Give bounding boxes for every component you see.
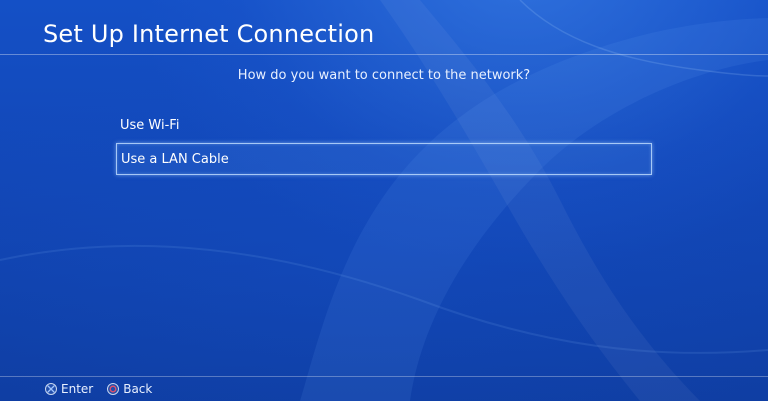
use-lan-cable-label: Use a LAN Cable (121, 152, 229, 167)
enter-hint[interactable]: Enter (45, 382, 93, 396)
use-wifi-label: Use Wi-Fi (120, 118, 180, 133)
footer-divider (0, 376, 768, 377)
cross-button-icon (45, 383, 57, 395)
circle-button-icon (107, 383, 120, 395)
use-lan-cable-option[interactable]: Use a LAN Cable (116, 143, 652, 175)
connection-prompt: How do you want to connect to the networ… (237, 68, 531, 83)
back-hint[interactable]: Back (107, 382, 152, 396)
back-label: Back (123, 382, 153, 396)
header-divider (0, 54, 768, 55)
button-hints: Enter Back (45, 381, 166, 397)
enter-label: Enter (61, 382, 94, 396)
use-wifi-option[interactable]: Use Wi-Fi (116, 110, 652, 142)
background-wave-decoration (0, 0, 768, 401)
page-title: Set Up Internet Connection (43, 20, 375, 48)
